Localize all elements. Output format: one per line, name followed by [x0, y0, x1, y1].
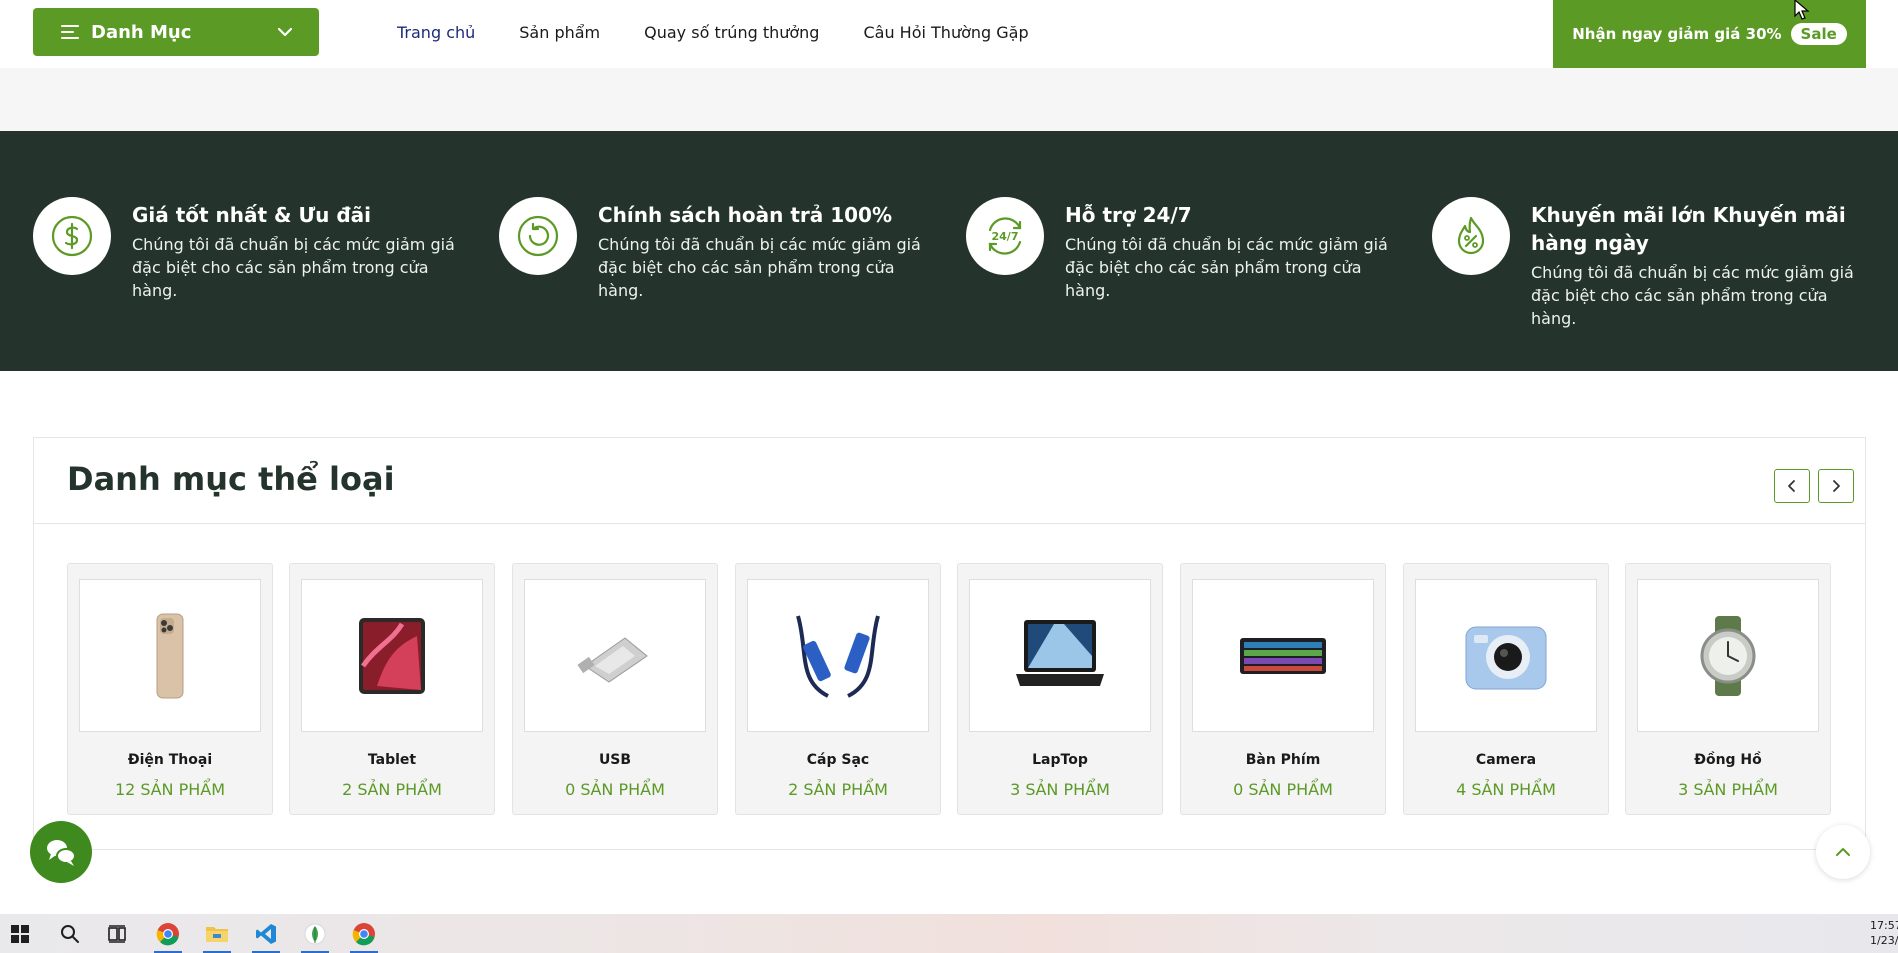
start-button[interactable]: [0, 914, 40, 953]
category-count: 0 SẢN PHẨM: [1233, 780, 1333, 799]
taskbar-file-explorer[interactable]: [197, 914, 237, 953]
taskbar-chrome-1[interactable]: [148, 914, 188, 953]
phone-image: [79, 579, 261, 732]
sale-badge: Sale: [1790, 23, 1847, 45]
category-menu-button[interactable]: Danh Mục: [33, 8, 319, 56]
taskbar-vscode[interactable]: [246, 914, 286, 953]
promo-text: Nhận ngay giảm giá 30%: [1572, 25, 1782, 43]
taskbar-clock[interactable]: 17:57 1/23/20: [1870, 918, 1898, 948]
header-spacer: [0, 68, 1898, 131]
feature-desc: Chúng tôi đã chuẩn bị các mức giảm giá đ…: [598, 235, 921, 300]
windows-taskbar: 17:57 1/23/20: [0, 914, 1898, 953]
mouse-cursor-icon: [1794, 0, 1810, 20]
main-nav: Trang chủ Sản phẩm Quay số trúng thưởng …: [397, 0, 1073, 64]
chat-bubbles-icon: [47, 840, 76, 866]
category-count: 3 SẢN PHẨM: [1678, 780, 1778, 799]
category-card-keyboard[interactable]: Bàn Phím 0 SẢN PHẨM: [1180, 563, 1386, 815]
chrome-icon: [156, 922, 179, 945]
nav-home[interactable]: Trang chủ: [397, 23, 475, 42]
taskbar-mongodb[interactable]: [295, 914, 335, 953]
file-explorer-icon: [206, 926, 228, 942]
taskbar-search[interactable]: [50, 914, 90, 953]
category-name: Điện Thoại: [127, 752, 213, 768]
chevron-up-icon: [1836, 848, 1850, 856]
laptop-image: [969, 579, 1151, 732]
category-header: Danh mục thể loại: [34, 438, 1865, 524]
nav-faq[interactable]: Câu Hỏi Thường Gặp: [863, 23, 1028, 42]
category-card-watch[interactable]: Đồng Hồ 3 SẢN PHẨM: [1625, 563, 1831, 815]
menu-icon: [61, 25, 79, 39]
section-title: Danh mục thể loại: [67, 460, 395, 498]
usb-image: [524, 579, 706, 732]
nav-lucky-draw[interactable]: Quay số trúng thưởng: [644, 23, 819, 42]
site-header: Danh Mục Trang chủ Sản phẩm Quay số trún…: [0, 0, 1898, 68]
prev-button[interactable]: [1774, 469, 1810, 503]
cable-image: [747, 579, 929, 732]
watch-image: [1637, 579, 1819, 732]
category-card-camera[interactable]: Camera 4 SẢN PHẨM: [1403, 563, 1609, 815]
feature-desc: Chúng tôi đã chuẩn bị các mức giảm giá đ…: [1065, 235, 1388, 300]
search-icon: [61, 924, 79, 943]
category-section: Danh mục thể loại Điện Thoại 12 SẢN PHẨM…: [33, 437, 1866, 850]
support-24-7-icon: 24/7: [966, 197, 1044, 275]
features-band: Giá tốt nhất & Ưu đãi Chúng tôi đã chuẩn…: [0, 131, 1898, 371]
camera-image: [1415, 579, 1597, 732]
taskbar-chrome-2[interactable]: [344, 914, 384, 953]
back-to-top-button[interactable]: [1816, 825, 1870, 879]
category-menu-label: Danh Mục: [91, 21, 192, 43]
dollar-circle-icon: [33, 197, 111, 275]
category-count: 4 SẢN PHẨM: [1456, 780, 1556, 799]
clock-time: 17:57: [1870, 919, 1898, 932]
start-icon: [11, 924, 29, 943]
category-name: LapTop: [1032, 752, 1088, 768]
task-view[interactable]: [97, 914, 137, 953]
category-card-usb[interactable]: USB 0 SẢN PHẨM: [512, 563, 718, 815]
category-name: USB: [598, 752, 632, 768]
category-count: 3 SẢN PHẨM: [1010, 780, 1110, 799]
tablet-image: [301, 579, 483, 732]
mongodb-icon: [304, 923, 326, 944]
clock-date: 1/23/20: [1870, 934, 1898, 947]
category-name: Bàn Phím: [1245, 752, 1321, 768]
category-count: 2 SẢN PHẨM: [342, 780, 442, 799]
nav-products[interactable]: Sản phẩm: [519, 23, 600, 42]
chrome-icon: [352, 922, 375, 945]
category-count: 12 SẢN PHẨM: [114, 780, 226, 799]
feature-title: Giá tốt nhất & Ưu đãi: [132, 203, 372, 227]
svg-text:24/7: 24/7: [992, 230, 1019, 243]
keyboard-image: [1192, 579, 1374, 732]
task-view-icon: [108, 924, 126, 943]
chat-button[interactable]: [30, 821, 92, 883]
next-button[interactable]: [1818, 469, 1854, 503]
category-card-tablet[interactable]: Tablet 2 SẢN PHẨM: [289, 563, 495, 815]
return-arrow-icon: [499, 197, 577, 275]
feature-title: Hỗ trợ 24/7: [1065, 203, 1192, 227]
feature-desc: Chúng tôi đã chuẩn bị các mức giảm giá đ…: [132, 235, 455, 300]
category-card-cable[interactable]: Cáp Sạc 2 SẢN PHẨM: [735, 563, 941, 815]
category-card-phone[interactable]: Điện Thoại 12 SẢN PHẨM: [67, 563, 273, 815]
chevron-right-icon: [1833, 480, 1840, 492]
feature-desc: Chúng tôi đã chuẩn bị các mức giảm giá đ…: [1531, 263, 1854, 328]
category-count: 0 SẢN PHẨM: [565, 780, 665, 799]
feature-title: Chính sách hoàn trả 100%: [598, 203, 893, 227]
chevron-down-icon: [277, 27, 293, 37]
category-name: Tablet: [367, 752, 417, 768]
discount-flame-icon: [1432, 197, 1510, 275]
promo-banner[interactable]: Nhận ngay giảm giá 30% Sale: [1553, 0, 1866, 68]
vscode-icon: [256, 923, 276, 944]
category-count: 2 SẢN PHẨM: [788, 780, 888, 799]
chevron-left-icon: [1788, 480, 1795, 492]
category-card-laptop[interactable]: LapTop 3 SẢN PHẨM: [957, 563, 1163, 815]
category-name: Cáp Sạc: [806, 752, 870, 768]
category-name: Đồng Hồ: [1694, 752, 1762, 768]
feature-title: Khuyến mãi lớn Khuyến mãi hàng ngày: [1531, 203, 1846, 255]
category-name: Camera: [1475, 752, 1537, 768]
